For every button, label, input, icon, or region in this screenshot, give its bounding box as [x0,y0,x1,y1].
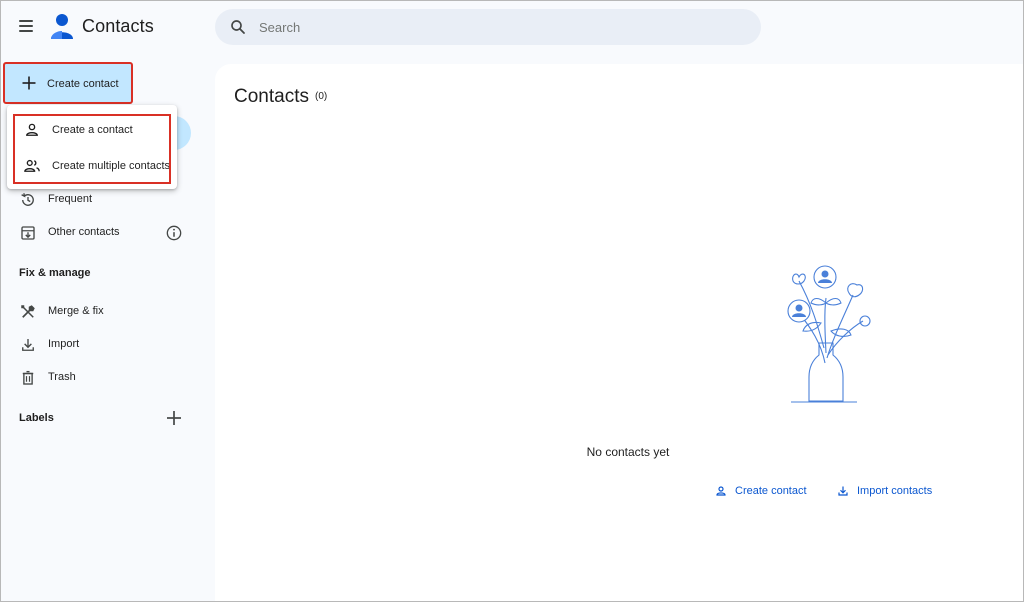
search-bar[interactable] [215,9,761,45]
import-contacts-link-label: Import contacts [857,485,933,497]
app-title: Contacts [82,16,154,36]
menu-item-create-multiple-contacts[interactable]: Create multiple contacts [13,149,177,183]
create-contact-menu: Create a contact Create multiple contact… [7,105,177,189]
history-icon [21,193,34,206]
create-contact-label: Create contact [47,78,119,90]
app-window: Contacts Create contact Frequent [0,0,1024,602]
hamburger-menu-icon[interactable] [13,13,39,39]
main-content: Contacts (0) No contacts yet Create cont… [215,64,1023,601]
info-icon[interactable] [164,223,184,243]
sidebar-item-label: Trash [48,371,76,383]
create-contact-button[interactable]: Create contact [3,62,133,104]
person-icon [716,486,726,496]
download-icon [838,486,848,496]
create-contact-link[interactable]: Create contact [715,482,807,500]
menu-item-label: Create a contact [52,124,133,136]
flowers-vase-contacts-illustration [787,265,871,403]
labels-heading: Labels [19,412,54,424]
search-input[interactable] [259,18,739,36]
plus-icon [22,76,36,90]
empty-state-text: No contacts yet [586,445,670,459]
top-app-bar: Contacts [1,1,1023,53]
import-contacts-link[interactable]: Import contacts [837,482,932,500]
search-icon[interactable] [229,18,247,36]
sidebar-item-label: Other contacts [48,226,120,238]
menu-item-label: Create multiple contacts [52,160,170,172]
sidebar-item-other-contacts[interactable]: Other contacts [7,220,197,246]
add-label-icon[interactable] [165,409,183,427]
archive-download-icon [21,226,35,240]
download-icon [22,339,34,351]
contact-count: (0) [315,91,328,102]
create-contact-link-label: Create contact [735,485,807,497]
tools-icon [21,305,35,318]
sidebar-item-trash[interactable]: Trash [7,365,197,391]
page-title: Contacts [234,86,309,107]
sidebar-item-frequent[interactable]: Frequent [7,187,197,213]
fix-manage-heading: Fix & manage [19,267,91,279]
contacts-person-logo-icon[interactable] [49,12,75,40]
sidebar-item-merge-fix[interactable]: Merge & fix [7,299,197,325]
trash-icon [22,370,34,385]
sidebar-item-label: Frequent [48,193,93,205]
sidebar-item-import[interactable]: Import [7,332,197,358]
sidebar-item-label: Merge & fix [48,305,104,317]
empty-state-message: No contacts yet [215,445,1023,459]
menu-item-create-a-contact[interactable]: Create a contact [13,113,177,147]
people-icon [24,159,40,172]
sidebar-item-label: Import [48,338,80,350]
person-icon [26,123,38,136]
